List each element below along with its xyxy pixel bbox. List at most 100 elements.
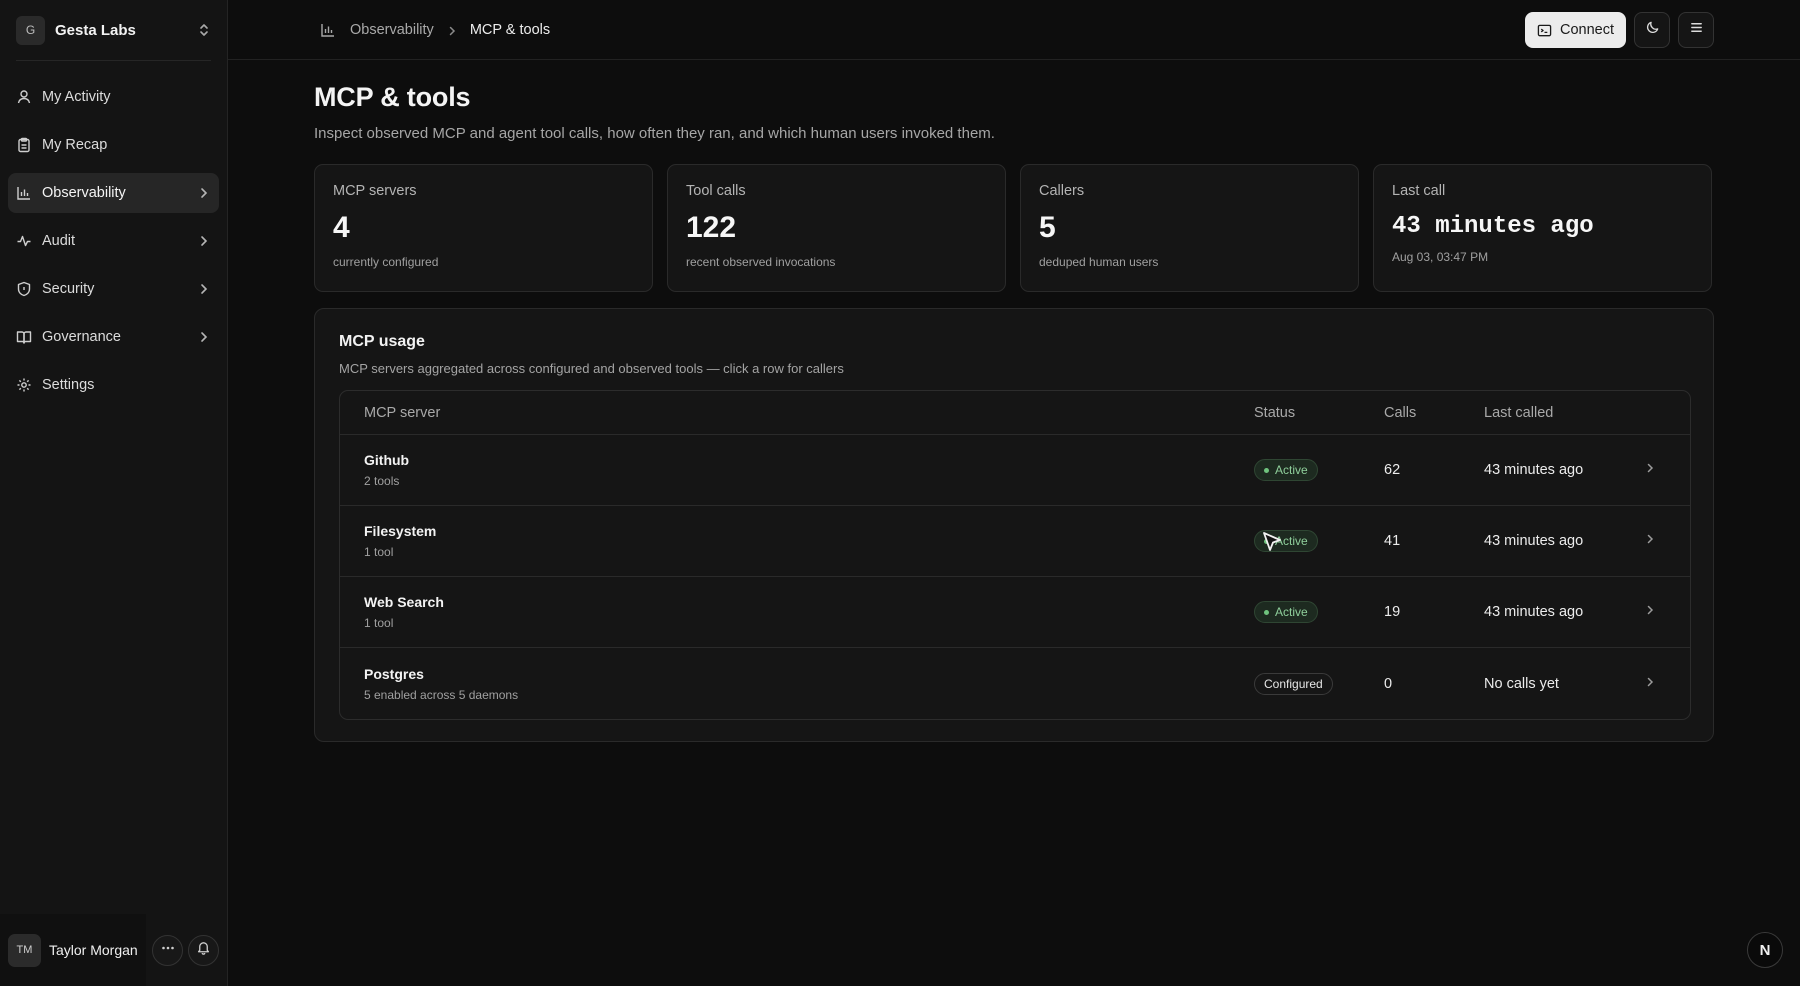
status-badge: Active (1254, 459, 1318, 481)
table-row[interactable]: Postgres 5 enabled across 5 daemons Conf… (340, 648, 1690, 719)
last-called-cell: 43 minutes ago (1484, 604, 1584, 620)
stat-card-callers: Callers 5 deduped human users (1020, 164, 1359, 292)
column-header-server: MCP server (364, 404, 441, 421)
chevron-right-icon (1644, 461, 1664, 479)
table-header: MCP server Status Calls Last called (340, 391, 1690, 435)
sidebar-item-label: Observability (42, 185, 126, 201)
table-row[interactable]: Filesystem 1 tool Active 41 43 minutes a… (340, 506, 1690, 577)
stat-sub: currently configured (333, 255, 439, 269)
sidebar-item-settings[interactable]: Settings (8, 365, 219, 405)
chevron-right-icon (197, 234, 211, 248)
user-icon (16, 89, 32, 105)
server-name: Github (364, 452, 410, 468)
chevron-right-icon (1644, 675, 1664, 693)
stat-value: 122 (686, 211, 737, 244)
stat-card-last-call: Last call 43 minutes ago Aug 03, 03:47 P… (1373, 164, 1712, 292)
chevron-right-icon (446, 24, 458, 36)
more-options-button[interactable] (152, 934, 183, 966)
book-icon (16, 329, 32, 345)
server-tools: 1 tool (364, 545, 394, 559)
avatar[interactable]: TM (8, 933, 41, 967)
status-dot (1264, 467, 1269, 473)
stat-label: Callers (1039, 183, 1085, 199)
last-called-cell: 43 minutes ago (1484, 462, 1584, 478)
chevron-right-icon (197, 330, 211, 344)
stat-sub: Aug 03, 03:47 PM (1392, 250, 1489, 264)
panel-title: MCP usage (339, 333, 425, 350)
org-avatar: G (16, 15, 45, 45)
sidebar-item-my-recap[interactable]: My Recap (8, 125, 219, 165)
status-cell: Active (1254, 601, 1384, 623)
user-name[interactable]: Taylor Morgan (49, 942, 147, 958)
sidebar: G Gesta Labs My Activity My Recap Observ… (0, 0, 228, 986)
stat-sub: recent observed invocations (686, 255, 836, 269)
stat-card-tool-calls: Tool calls 122 recent observed invocatio… (667, 164, 1006, 292)
calls-cell: 19 (1384, 604, 1401, 620)
menu-button[interactable] (1678, 12, 1714, 48)
table-row[interactable]: Github 2 tools Active 62 43 minutes ago (340, 435, 1690, 506)
breadcrumb-current: MCP & tools (469, 21, 551, 38)
sidebar-item-label: My Activity (42, 89, 111, 105)
activity-icon (16, 233, 32, 249)
sidebar-item-label: My Recap (42, 137, 108, 153)
sidebar-divider (16, 60, 211, 61)
status-cell: Configured (1254, 672, 1384, 695)
mouse-cursor-icon (1260, 530, 1284, 556)
ellipsis-icon (161, 941, 175, 960)
panel-subtitle: MCP servers aggregated across configured… (339, 361, 844, 376)
topbar-actions: Connect (1524, 12, 1714, 48)
server-cell: Web Search 1 tool (340, 594, 1254, 630)
clipboard-icon (16, 137, 32, 153)
column-header-status: Status (1254, 404, 1296, 421)
status-dot (1264, 609, 1269, 615)
connect-button-label: Connect (1559, 22, 1614, 38)
sidebar-item-audit[interactable]: Audit (8, 221, 219, 261)
breadcrumb-observability[interactable]: Observability (350, 22, 434, 38)
last-called-cell: 43 minutes ago (1484, 533, 1584, 549)
sidebar-item-label: Security (42, 281, 95, 297)
dev-tools-badge[interactable]: N (1747, 932, 1783, 968)
gear-icon (16, 377, 32, 393)
status-label: Configured (1264, 676, 1323, 691)
hamburger-icon (1689, 20, 1704, 40)
stat-label: Tool calls (686, 183, 746, 199)
sidebar-item-label: Audit (42, 233, 76, 249)
notifications-button[interactable] (188, 934, 219, 966)
main-area: Observability MCP & tools Connect MCP & … (228, 0, 1800, 986)
shield-icon (16, 281, 32, 297)
bar-chart-icon (16, 185, 32, 201)
org-switcher[interactable]: G Gesta Labs (0, 0, 227, 60)
chevrons-up-down-icon (197, 21, 211, 39)
server-tools: 2 tools (364, 474, 400, 488)
column-header-calls: Calls (1384, 404, 1417, 421)
moon-icon (1645, 20, 1660, 40)
sidebar-item-label: Settings (42, 377, 95, 393)
server-tools: 5 enabled across 5 daemons (364, 687, 519, 702)
page-title: MCP & tools (314, 82, 471, 112)
calls-cell: 0 (1384, 675, 1393, 692)
sidebar-item-security[interactable]: Security (8, 269, 219, 309)
sidebar-item-governance[interactable]: Governance (8, 317, 219, 357)
mcp-usage-panel: MCP usage MCP servers aggregated across … (314, 308, 1714, 742)
stat-value: 43 minutes ago (1392, 213, 1594, 240)
sidebar-item-observability[interactable]: Observability (8, 173, 219, 213)
status-cell: Active (1254, 459, 1384, 481)
bar-chart-icon (320, 22, 336, 38)
sidebar-nav: My Activity My Recap Observability Audit… (0, 69, 227, 405)
column-header-last-called: Last called (1484, 404, 1554, 421)
breadcrumb: Observability MCP & tools (320, 22, 550, 38)
bell-icon (196, 940, 211, 960)
sidebar-item-label: Governance (42, 329, 121, 345)
server-name: Filesystem (364, 523, 437, 539)
page-content: MCP & tools Inspect observed MCP and age… (314, 60, 1714, 742)
page-description: Inspect observed MCP and agent tool call… (314, 125, 995, 142)
theme-toggle-button[interactable] (1634, 12, 1670, 48)
calls-cell: 41 (1384, 533, 1401, 549)
sidebar-footer: TM Taylor Morgan (0, 914, 227, 986)
table-row[interactable]: Web Search 1 tool Active 19 43 minutes a… (340, 577, 1690, 648)
stat-value: 5 (1039, 211, 1056, 244)
sidebar-item-my-activity[interactable]: My Activity (8, 77, 219, 117)
status-badge: Active (1254, 601, 1318, 623)
chevron-right-icon (197, 186, 211, 200)
connect-button[interactable]: Connect (1524, 12, 1626, 48)
